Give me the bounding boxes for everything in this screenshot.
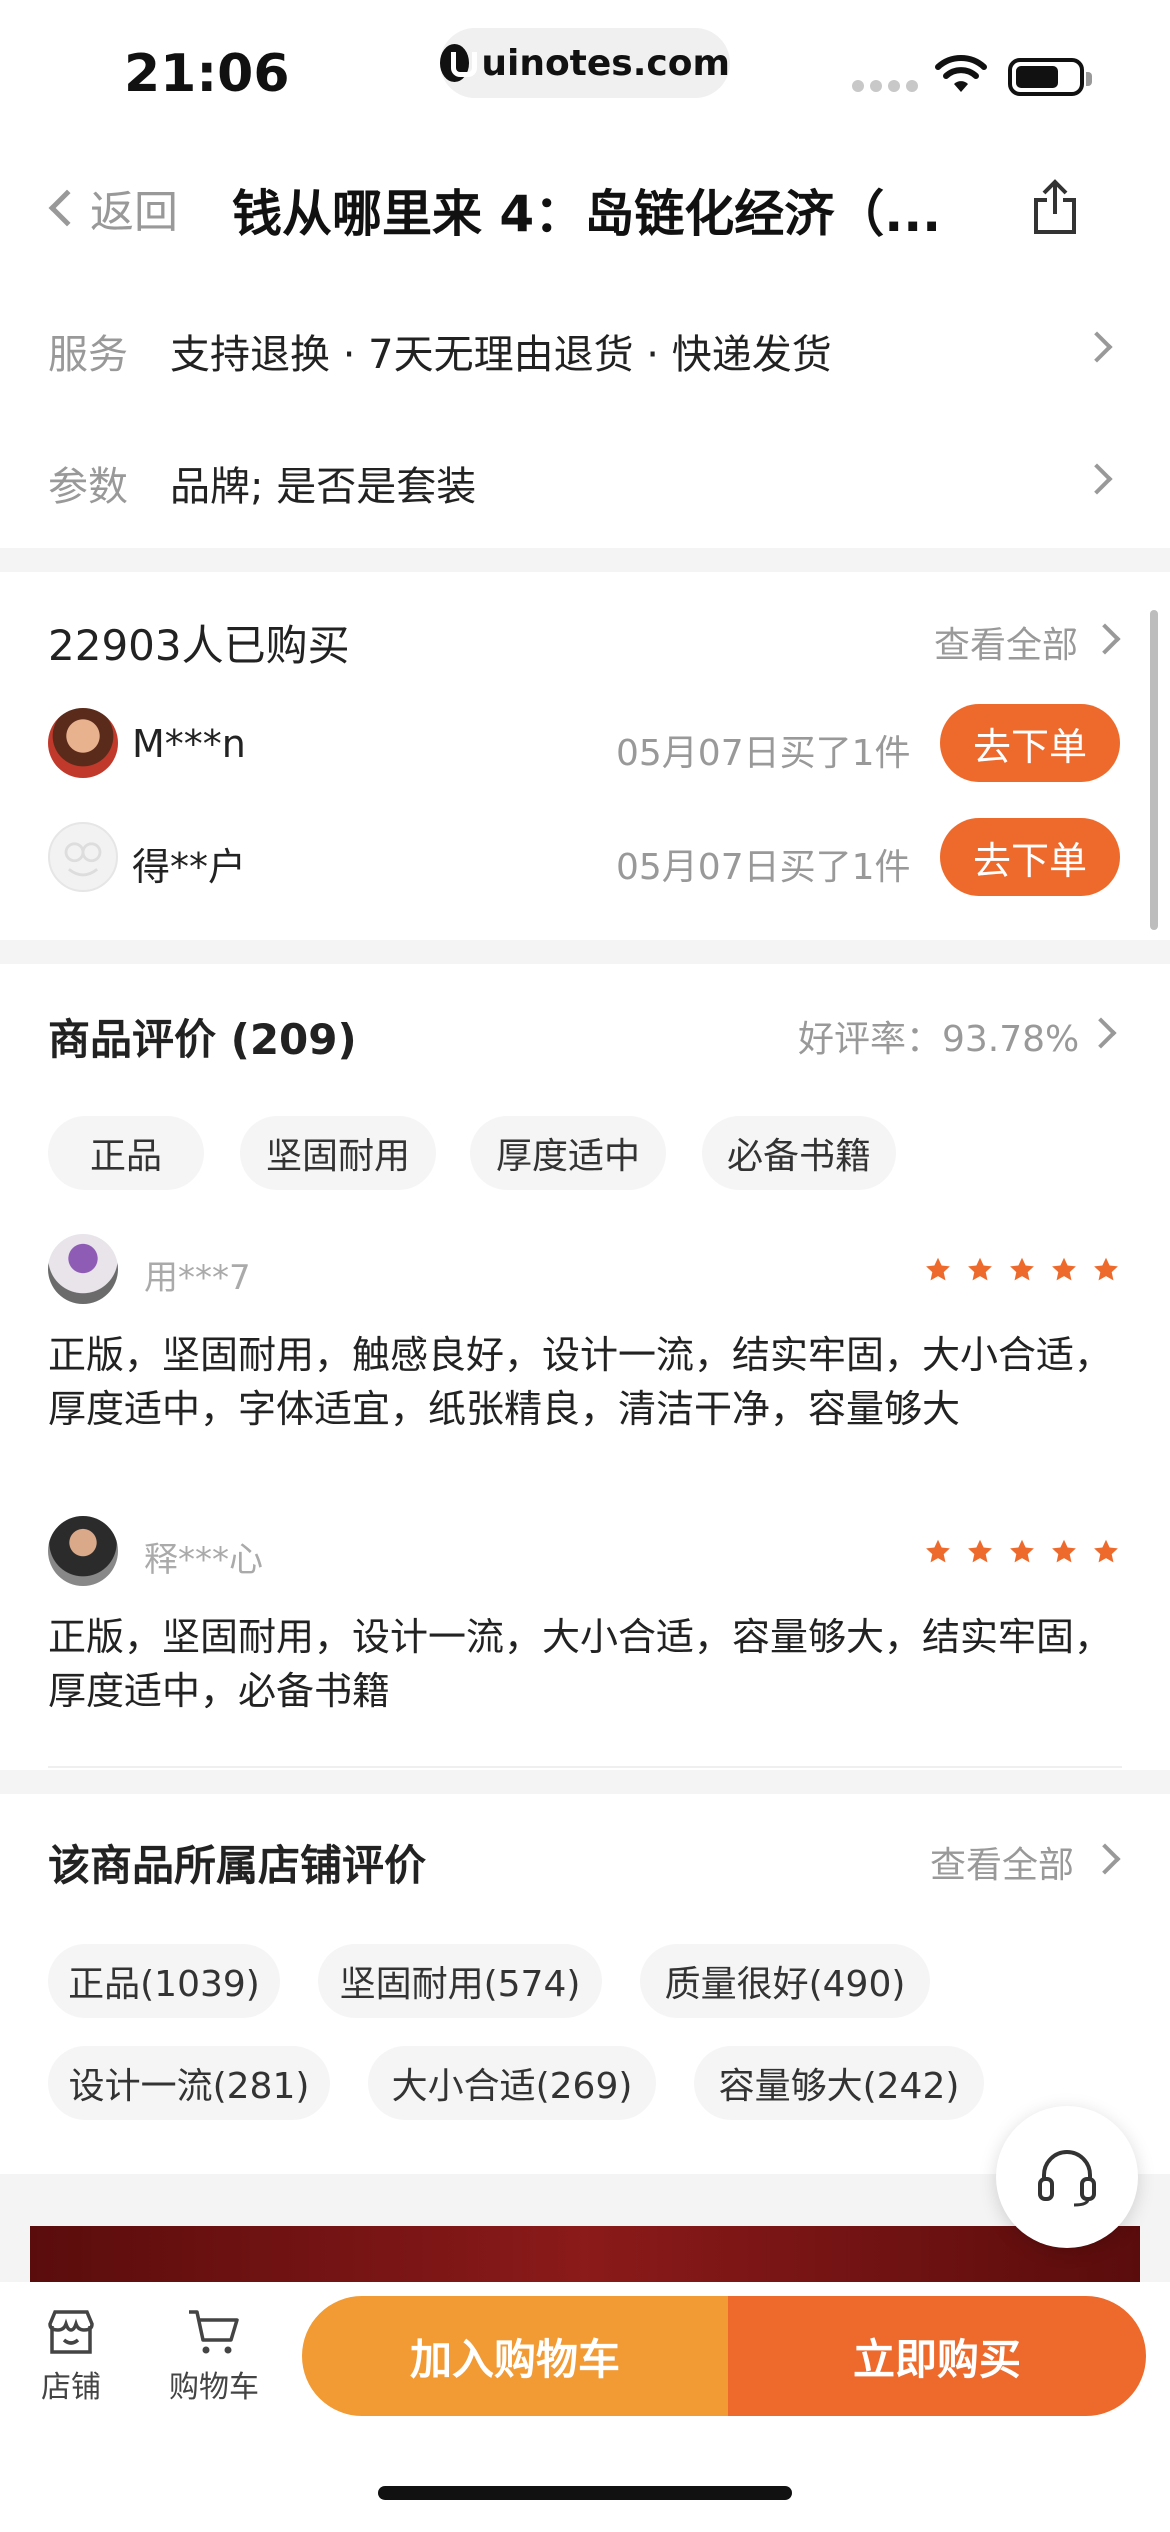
service-label: 服务 [48,332,128,378]
cart-label: 购物车 [169,2370,259,2405]
reviews-section: 商品评价 (209) 好评率：93.78% 正品 坚固耐用 厚度适中 必备书籍 … [0,964,1170,1770]
promo-banner[interactable] [30,2226,1140,2286]
star-icon [1052,1539,1076,1563]
avatar [48,1234,118,1304]
review-tag[interactable]: 正品 [48,1116,204,1190]
reviews-title: 商品评价 (209) [48,1015,357,1064]
buyer-name: 得**户 [132,845,247,889]
params-value: 品牌; 是否是套装 [170,464,477,510]
customer-service-button[interactable] [996,2106,1138,2248]
reviewer-name: 释***心 [144,1540,263,1580]
store-tag[interactable]: 设计一流(281) [48,2046,330,2120]
params-row[interactable]: 参数 品牌; 是否是套装 [0,406,1170,536]
star-rating [924,1256,1120,1284]
store-label: 店铺 [41,2370,101,2405]
section-divider [0,1770,1170,1794]
store-tag[interactable]: 正品(1039) [48,1944,280,2018]
back-button[interactable]: 返回 [44,176,178,240]
star-icon [926,1257,950,1281]
review-text: 正版，坚固耐用，设计一流，大小合适，容量够大，结实牢固，厚度适中，必备书籍 [48,1615,1113,1713]
scrollbar[interactable] [1150,610,1158,930]
buyer-row: 得**户 05月07日买了1件 去下单 [0,816,1170,906]
avatar [48,1516,118,1586]
service-value: 支持退换 · 7天无理由退货 · 快递发货 [170,332,832,378]
status-time: 21:06 [124,44,290,104]
review-tag[interactable]: 必备书籍 [702,1116,896,1190]
avatar [48,822,118,892]
star-icon [1010,1539,1034,1563]
battery-icon [1008,58,1092,96]
view-all-label: 查看全部 [930,1845,1075,1886]
divider [48,1766,1122,1768]
back-label: 返回 [90,187,178,238]
page-title: 钱从哪里来 4：岛链化经济（... [232,185,942,243]
store-tag[interactable]: 坚固耐用(574) [318,1944,602,2018]
buyer-date: 05月07日买了1件 [616,733,911,774]
headset-icon [1038,2150,1096,2207]
chevron-right-icon [1089,623,1121,655]
review-rate-link[interactable]: 好评率：93.78% [798,1010,1138,1060]
status-bar: 21:06 uinotes.com [0,0,1170,140]
store-view-all[interactable]: 查看全部 [930,1836,1130,1886]
reviewer-name: 用***7 [144,1258,251,1298]
nav-bar: 返回 钱从哪里来 4：岛链化经济（... [0,140,1170,276]
cart-button[interactable]: 购物车 [164,2308,264,2406]
star-icon [1052,1257,1076,1281]
review-tag[interactable]: 坚固耐用 [240,1116,436,1190]
lock-icon [440,44,478,82]
params-label: 参数 [48,464,128,510]
service-section: 服务 支持退换 · 7天无理由退货 · 快递发货 参数 品牌; 是否是套装 [0,276,1170,548]
store-button[interactable]: 店铺 [36,2308,106,2406]
review-text: 正版，坚固耐用，触感良好，设计一流，结实牢固，大小合适，厚度适中，字体适宜，纸张… [48,1333,1113,1431]
section-divider [0,548,1170,572]
buyers-view-all[interactable]: 查看全部 [934,616,1134,666]
store-reviews-title: 该商品所属店铺评价 [48,1841,427,1890]
review-item: 用***7 正版，坚固耐用，触感良好，设计一流，结实牢固，大小合适，厚度适中，字… [0,1234,1170,1474]
add-to-cart-button[interactable]: 加入购物车 [302,2296,728,2416]
store-reviews-section: 该商品所属店铺评价 查看全部 正品(1039) 坚固耐用(574) 质量很好(4… [0,1794,1170,2174]
chevron-right-icon [1081,331,1113,363]
view-all-label: 查看全部 [934,625,1079,666]
share-icon[interactable] [1030,178,1080,236]
url-text: uinotes.com [481,42,730,84]
owl-avatar-icon [64,842,102,877]
star-rating [924,1538,1120,1566]
chevron-right-icon [1081,463,1113,495]
star-icon [926,1539,950,1563]
chevron-right-icon [1089,1843,1121,1875]
buyer-date: 05月07日买了1件 [616,847,911,888]
back-chevron-icon [48,189,86,227]
chevron-right-icon [1085,1017,1117,1049]
order-button[interactable]: 去下单 [940,818,1120,896]
url-pill[interactable]: uinotes.com [440,28,730,98]
buyer-row: M***n 05月07日买了1件 去下单 [0,702,1170,792]
buy-now-button[interactable]: 立即购买 [728,2296,1146,2416]
buyer-name: M***n [132,722,246,766]
avatar [48,708,118,778]
home-indicator [378,2486,792,2500]
cart-icon [189,2310,239,2354]
star-icon [968,1257,992,1281]
store-tag[interactable]: 容量够大(242) [694,2046,984,2120]
buyers-title: 22903人已购买 [48,621,350,670]
section-divider [0,940,1170,964]
star-icon [1094,1539,1118,1563]
review-item: 释***心 正版，坚固耐用，设计一流，大小合适，容量够大，结实牢固，厚度适中，必… [0,1516,1170,1746]
review-rate: 好评率：93.78% [798,1019,1080,1060]
star-icon [1010,1257,1034,1281]
star-icon [1094,1257,1118,1281]
wifi-icon [935,55,987,92]
signal-icon [852,80,918,92]
star-icon [968,1539,992,1563]
buyers-section: 22903人已购买 查看全部 M***n 05月07日买了1件 去下单 得**户… [0,572,1170,940]
store-icon [48,2310,94,2354]
order-button[interactable]: 去下单 [940,704,1120,782]
store-tag[interactable]: 大小合适(269) [368,2046,656,2120]
review-tag[interactable]: 厚度适中 [470,1116,666,1190]
service-row[interactable]: 服务 支持退换 · 7天无理由退货 · 快递发货 [0,276,1170,406]
store-tag[interactable]: 质量很好(490) [640,1944,930,2018]
